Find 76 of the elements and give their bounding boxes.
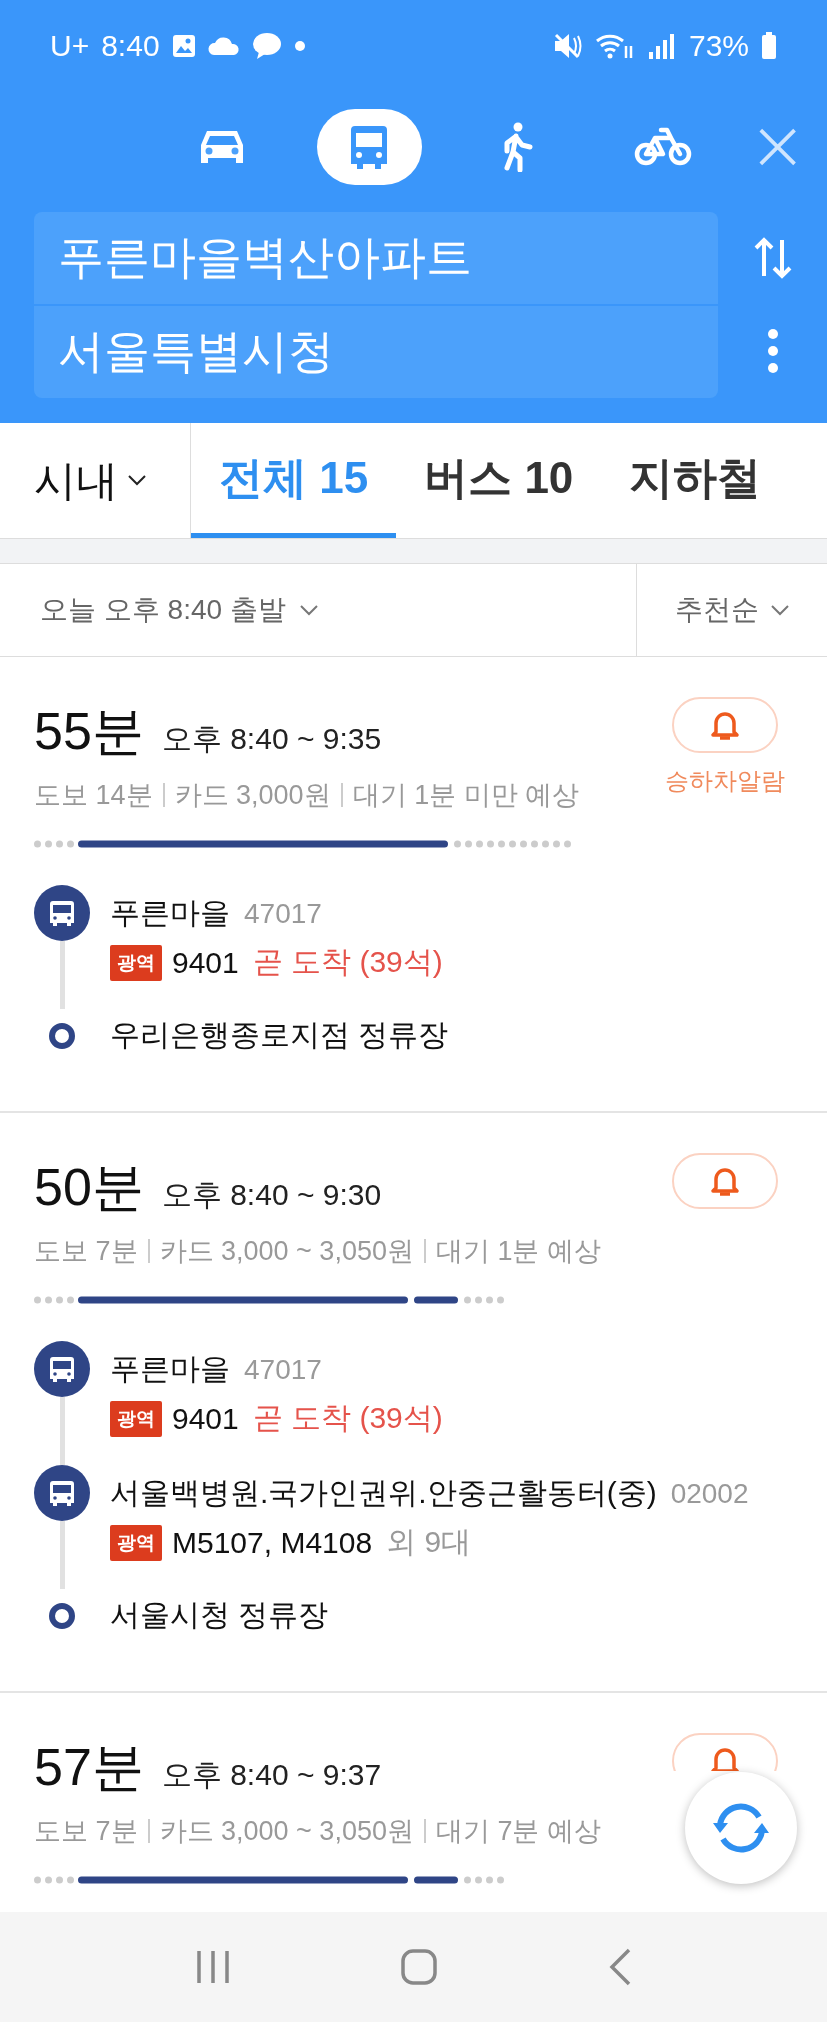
alarm-button[interactable] [672,1153,778,1209]
bus-stop-icon [34,1341,90,1397]
caret-icon [771,604,789,616]
status-time: 8:40 [101,29,160,63]
trip-time-range: 오후 8:40 ~ 9:37 [161,1757,382,1793]
carrier-name: U+ [50,29,90,63]
bus-stop-icon [34,1465,90,1521]
signal-icon [646,32,677,60]
trip-duration: 57분 [34,1737,144,1798]
gallery-icon [171,34,196,58]
trip-time-range: 오후 8:40 ~ 9:35 [161,721,382,757]
stop-name: 푸른마을 [110,896,230,929]
bus-number: 9401 [172,945,239,980]
bus-number: 9401 [172,1401,239,1436]
bus-number: M5107, M4108 [172,1525,373,1560]
trip-detail: 카드 3,000 ~ 3,050원 [159,1815,414,1848]
arrival-status: 곧 도착 (39석) [252,944,443,980]
category-tab[interactable]: 버스 10 [396,423,602,538]
more-buses: 외 9대 [386,1524,472,1560]
caret-icon [128,475,146,486]
route-type-badge: 광역 [110,944,162,981]
bell-icon [710,1165,740,1197]
departure-time: 오늘 오후 8:40 출발 [40,593,286,627]
trip-time-range: 오후 8:40 ~ 9:30 [161,1177,382,1213]
home-icon[interactable] [401,1949,438,1985]
destination-stop-name: 우리은행종로지점 정류장 [110,1017,449,1053]
alarm-button[interactable] [672,697,778,753]
sort-dropdown[interactable]: 추천순 [636,564,827,656]
departure-dropdown[interactable]: 오늘 오후 8:40 출발 [0,564,636,656]
trip-detail: 카드 3,000원 [174,779,331,812]
destination-stop-icon [49,1603,75,1629]
stop-id: 47017 [244,1354,322,1385]
chat-bubble-icon [251,32,282,60]
alarm-button[interactable] [672,1733,778,1771]
close-icon[interactable] [757,126,798,168]
destination-stop-name: 서울시청 정류장 [110,1597,329,1633]
recent-apps-icon[interactable] [195,1949,232,1985]
bell-icon [710,1745,740,1771]
bicycle-icon[interactable] [634,127,693,167]
destination-stop-icon [49,1023,75,1049]
back-icon[interactable] [607,1948,632,1986]
bell-icon [710,709,740,741]
trip-detail: 대기 7분 예상 [435,1815,601,1848]
trip-duration: 55분 [34,701,144,762]
alarm-label: 승하차알람 [665,766,785,796]
caret-icon [299,604,318,616]
route-type-badge: 광역 [110,1524,162,1561]
cloud-icon [207,36,240,56]
bus-icon[interactable] [349,124,390,170]
stop-name: 푸른마을 [110,1352,230,1385]
dot-icon [293,40,306,52]
swap-icon[interactable] [752,236,793,280]
trip-detail: 대기 1분 예상 [435,1235,601,1268]
category-tab[interactable]: 전체 15 [191,423,397,538]
wifi-icon [594,32,635,60]
stop-name: 서울백병원.국가인권위.안중근활동터(중) [110,1476,657,1509]
stop-id: 47017 [244,898,322,929]
sort-label: 추천순 [675,593,759,627]
route-type-badge: 광역 [110,1400,162,1437]
trip-detail: 카드 3,000 ~ 3,050원 [159,1235,414,1268]
battery-percent: 73% [688,29,749,63]
trip-detail: 도보 7분 [34,1235,138,1268]
trip-detail: 대기 1분 미만 예상 [352,779,580,812]
region-dropdown[interactable]: 시내 [0,423,191,538]
trip-detail: 도보 7분 [34,1815,138,1848]
more-icon[interactable] [766,328,779,374]
region-label: 시내 [34,455,118,506]
mute-icon [552,32,583,60]
arrival-status: 곧 도착 (39석) [252,1400,443,1436]
trip-duration: 50분 [34,1157,144,1218]
bus-stop-icon [34,885,90,941]
category-tab[interactable]: 지하철 [601,423,790,538]
battery-icon [761,32,777,60]
trip-detail: 도보 14분 [34,779,153,812]
refresh-icon [710,1801,772,1855]
stop-id: 02002 [670,1478,749,1509]
